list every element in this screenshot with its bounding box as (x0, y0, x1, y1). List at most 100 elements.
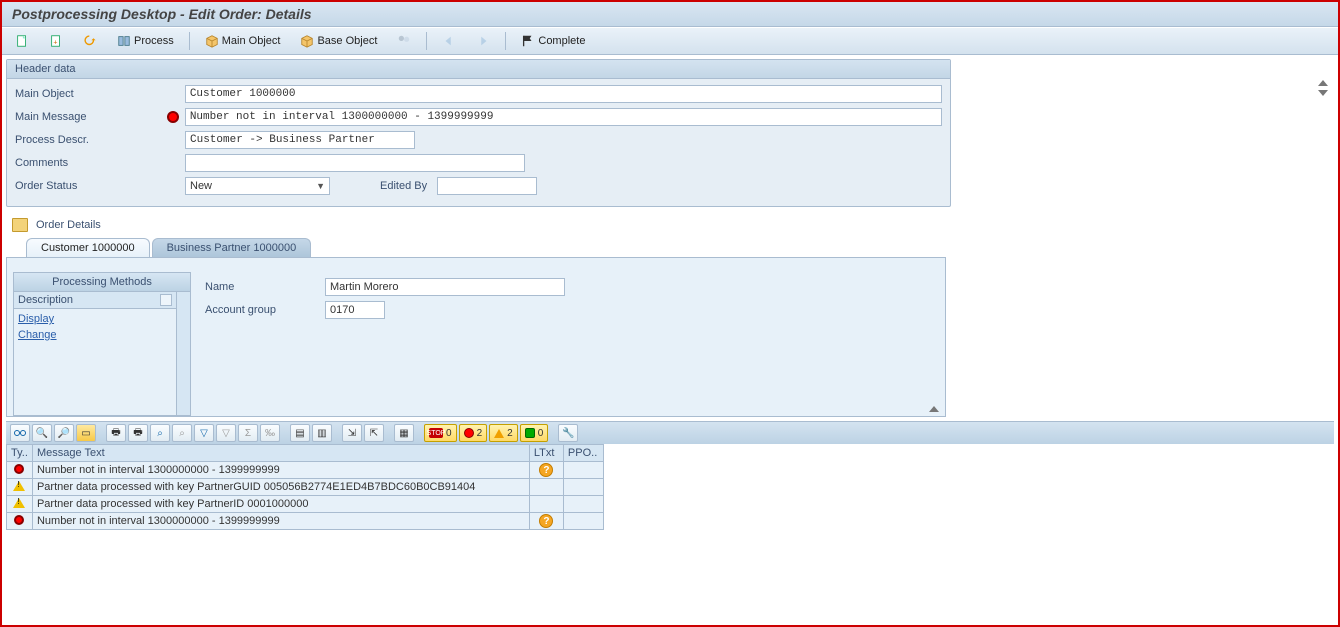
error-icon (167, 111, 179, 123)
pm-link-display[interactable]: Display (18, 311, 172, 327)
edited-by-field[interactable] (437, 177, 537, 195)
col-ltxt[interactable]: LTxt (529, 445, 563, 462)
message-ltxt-cell[interactable] (529, 496, 563, 513)
message-type-cell (7, 462, 33, 479)
scroll-up-icon[interactable] (1318, 80, 1328, 86)
process-descr-field[interactable] (185, 131, 415, 149)
name-field[interactable] (325, 278, 565, 296)
msg-tool-nav2[interactable]: ⇱ (364, 424, 384, 442)
refresh-button[interactable] (76, 31, 104, 51)
badge-ok[interactable]: 0 (520, 424, 549, 442)
main-object-field[interactable] (185, 85, 942, 103)
svg-text:+: + (53, 40, 57, 47)
message-type-cell (7, 479, 33, 496)
edited-by-label: Edited By (380, 180, 427, 192)
msg-tool-filter2[interactable]: ▽ (216, 424, 236, 442)
pm-scrollbar[interactable] (176, 292, 190, 415)
title-bar: Postprocessing Desktop - Edit Order: Det… (2, 2, 1338, 27)
tab-customer-label: Customer 1000000 (41, 242, 135, 254)
message-row[interactable]: Partner data processed with key PartnerG… (7, 479, 604, 496)
tab-body: Processing Methods Description Display C… (6, 257, 946, 417)
msg-tool-container[interactable]: ▭ (76, 424, 96, 442)
badge-ok-count: 0 (538, 428, 544, 439)
tab-customer[interactable]: Customer 1000000 (26, 238, 150, 257)
msg-tool-subsum[interactable]: ‰ (260, 424, 280, 442)
message-text-cell: Partner data processed with key PartnerG… (32, 479, 529, 496)
scroll-down-icon[interactable] (1318, 90, 1328, 96)
message-ppo-cell (563, 479, 603, 496)
msg-tool-sum[interactable]: Σ (238, 424, 258, 442)
base-object-button[interactable]: Base Object (293, 31, 384, 51)
header-data-panel: Header data Main Object Main Message Pro… (6, 59, 951, 207)
process-label: Process (134, 35, 174, 47)
msg-tool-layout2[interactable]: ▥ (312, 424, 332, 442)
message-ltxt-cell[interactable]: ? (529, 462, 563, 479)
badge-warn-count: 2 (507, 428, 513, 439)
message-ltxt-cell[interactable] (529, 479, 563, 496)
col-ppo[interactable]: PPO.. (563, 445, 603, 462)
customer-detail-fields: Name Account group (191, 258, 565, 416)
msg-tool-nav[interactable]: ⇲ (342, 424, 362, 442)
badge-error[interactable]: 2 (459, 424, 488, 442)
msg-tool-grid[interactable]: ▦ (394, 424, 414, 442)
message-ltxt-cell[interactable]: ? (529, 513, 563, 530)
message-text-cell: Number not in interval 1300000000 - 1399… (32, 513, 529, 530)
msg-tool-filter[interactable]: ▽ (194, 424, 214, 442)
msg-tool-export[interactable]: 🖶 (128, 424, 148, 442)
nav-fwd-button[interactable] (469, 31, 497, 51)
tab-business-partner[interactable]: Business Partner 1000000 (152, 238, 312, 257)
order-status-select[interactable]: New ▼ (185, 177, 330, 195)
chevron-down-icon: ▼ (316, 181, 325, 191)
msg-tool-zoom-in[interactable]: 🔍 (32, 424, 52, 442)
msg-tool-find[interactable]: ⌕ (150, 424, 170, 442)
name-label: Name (205, 281, 325, 293)
badge-stop[interactable]: STOP0 (424, 424, 457, 442)
users-button[interactable] (390, 31, 418, 51)
help-icon: ? (539, 463, 553, 477)
badge-error-count: 2 (477, 428, 483, 439)
msg-tool-zoom-out[interactable]: 🔎 (54, 424, 74, 442)
process-button[interactable]: Process (110, 31, 181, 51)
col-type[interactable]: Ty.. (7, 445, 33, 462)
success-icon (525, 428, 535, 438)
order-details-label: Order Details (36, 219, 101, 231)
error-icon (464, 428, 474, 438)
base-object-label: Base Object (317, 35, 377, 47)
pm-link-change[interactable]: Change (18, 327, 172, 343)
order-details-bar: Order Details (2, 213, 1338, 234)
complete-button[interactable]: Complete (514, 31, 592, 51)
main-message-field[interactable] (185, 108, 942, 126)
warning-icon (13, 481, 25, 491)
arrow-left-icon (442, 34, 456, 48)
account-group-field[interactable] (325, 301, 385, 319)
message-row[interactable]: Number not in interval 1300000000 - 1399… (7, 462, 604, 479)
nav-back-button[interactable] (435, 31, 463, 51)
scroll-up-icon[interactable] (929, 406, 939, 412)
header-data-title: Header data (7, 60, 950, 79)
warning-icon (494, 429, 504, 438)
msg-tool-glasses[interactable] (10, 424, 30, 442)
message-row[interactable]: Partner data processed with key PartnerI… (7, 496, 604, 513)
pm-links: Display Change (14, 309, 176, 345)
order-status-label: Order Status (15, 180, 185, 192)
badge-warn[interactable]: 2 (489, 424, 518, 442)
complete-label: Complete (538, 35, 585, 47)
col-text[interactable]: Message Text (32, 445, 529, 462)
messages-table: Ty.. Message Text LTxt PPO.. Number not … (6, 444, 604, 530)
message-row[interactable]: Number not in interval 1300000000 - 1399… (7, 513, 604, 530)
comments-field[interactable] (185, 154, 525, 172)
box-icon (205, 34, 219, 48)
message-text-cell: Number not in interval 1300000000 - 1399… (32, 462, 529, 479)
document-icon (15, 34, 29, 48)
new-doc-plus-button[interactable]: + (42, 31, 70, 51)
main-object-button[interactable]: Main Object (198, 31, 288, 51)
new-doc-button[interactable] (8, 31, 36, 51)
msg-tool-find-next[interactable]: ⌕ (172, 424, 192, 442)
msg-tool-wrench[interactable]: 🔧 (558, 424, 578, 442)
folder-button[interactable] (8, 216, 32, 234)
account-group-label: Account group (205, 304, 325, 316)
right-scroll (1318, 80, 1332, 96)
column-settings-icon[interactable] (160, 294, 172, 306)
msg-tool-layout1[interactable]: ▤ (290, 424, 310, 442)
msg-tool-print[interactable]: 🖶 (106, 424, 126, 442)
